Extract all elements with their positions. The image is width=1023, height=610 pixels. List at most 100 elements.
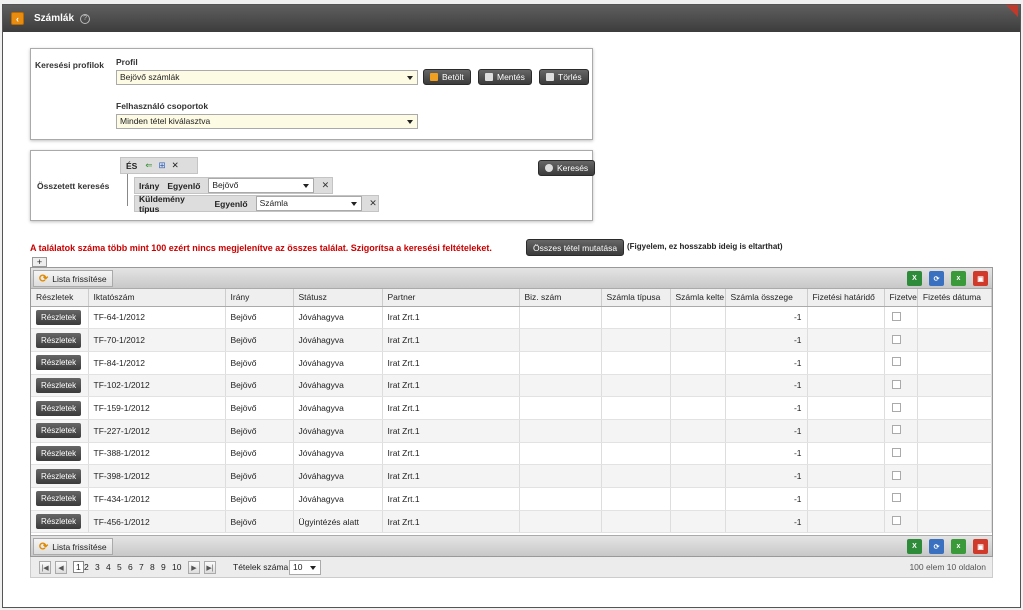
cell-szamla-tipusa bbox=[601, 442, 671, 466]
column-header[interactable]: Fizetési határidő bbox=[807, 289, 885, 307]
cell-fizetesi-hatarido bbox=[807, 351, 885, 375]
details-button[interactable]: Részletek bbox=[36, 332, 82, 348]
column-header[interactable]: Irány bbox=[225, 289, 294, 307]
page-link[interactable]: 2 bbox=[84, 562, 89, 572]
pdf-export-icon[interactable]: ▣ bbox=[973, 271, 988, 286]
page-link[interactable]: 4 bbox=[106, 562, 111, 572]
details-button[interactable]: Részletek bbox=[36, 491, 82, 507]
add-condition-icon[interactable]: ⇐ bbox=[145, 160, 152, 171]
help-icon[interactable]: ? bbox=[80, 13, 91, 24]
show-all-note: (Figyelem, ez hosszabb ideig is eltartha… bbox=[627, 242, 783, 251]
refresh-export-icon[interactable]: ⟳ bbox=[929, 539, 944, 554]
column-header[interactable]: Fizetve bbox=[884, 289, 918, 307]
paid-checkbox[interactable] bbox=[891, 516, 901, 526]
first-page-icon[interactable]: |◀ bbox=[39, 561, 51, 574]
page-link[interactable]: 8 bbox=[150, 562, 155, 572]
load-button[interactable]: Betölt bbox=[423, 69, 471, 85]
condition-1-select[interactable]: Bejövő bbox=[208, 178, 315, 193]
remove-group-icon[interactable]: ✕ bbox=[172, 160, 179, 171]
details-button[interactable]: Részletek bbox=[36, 309, 82, 325]
paid-checkbox[interactable] bbox=[891, 311, 901, 321]
groups-select[interactable]: Minden tétel kiválasztva bbox=[116, 114, 418, 129]
cell: Részletek bbox=[31, 419, 89, 443]
paid-checkbox[interactable] bbox=[891, 493, 901, 503]
cell-iktatoszam: TF-456-1/2012 bbox=[88, 510, 226, 534]
details-button[interactable]: Részletek bbox=[36, 400, 82, 416]
column-header[interactable]: Számla összege bbox=[725, 289, 808, 307]
paid-checkbox[interactable] bbox=[891, 470, 901, 480]
delete-button[interactable]: Törlés bbox=[539, 69, 589, 85]
cell-biz-szam bbox=[519, 396, 602, 420]
page-link[interactable]: 7 bbox=[139, 562, 144, 572]
page-link[interactable]: 5 bbox=[117, 562, 122, 572]
condition-1-value: Bejövő bbox=[212, 180, 239, 190]
cell-partner: Irat Zrt.1 bbox=[382, 374, 520, 398]
cell-szamla-osszege: -1 bbox=[725, 419, 808, 443]
paid-checkbox[interactable] bbox=[891, 357, 901, 367]
cell-fizetes-datuma bbox=[917, 306, 993, 330]
cell-statusz: Jóváhagyva bbox=[293, 374, 383, 398]
cell-szamla-osszege: -1 bbox=[725, 510, 808, 534]
refresh-list-button-bottom[interactable]: ⟳ Lista frissítése bbox=[33, 538, 113, 555]
csv-export-icon[interactable]: x bbox=[951, 539, 966, 554]
column-header[interactable]: Biz. szám bbox=[519, 289, 602, 307]
back-icon[interactable]: ‹ bbox=[11, 12, 24, 25]
cell-szamla-osszege: -1 bbox=[725, 464, 808, 488]
refresh-list-label: Lista frissítése bbox=[52, 541, 107, 552]
column-header[interactable]: Státusz bbox=[293, 289, 383, 307]
cell-irany: Bejövő bbox=[225, 351, 294, 375]
cell: Részletek bbox=[31, 351, 89, 375]
paid-checkbox[interactable] bbox=[891, 379, 901, 389]
search-button[interactable]: Keresés bbox=[538, 160, 596, 176]
details-button[interactable]: Részletek bbox=[36, 377, 82, 393]
details-button[interactable]: Részletek bbox=[36, 423, 82, 439]
add-group-icon[interactable]: ⊞ bbox=[158, 160, 165, 171]
column-header[interactable]: Számla típusa bbox=[601, 289, 671, 307]
load-button-label: Betölt bbox=[442, 72, 464, 82]
close-corner-icon[interactable] bbox=[1006, 5, 1018, 17]
page-link[interactable]: 1 bbox=[73, 561, 84, 573]
page-link[interactable]: 10 bbox=[172, 562, 181, 572]
profil-select[interactable]: Bejövő számlák bbox=[116, 70, 418, 85]
save-button-label: Mentés bbox=[497, 72, 525, 82]
column-header[interactable]: Partner bbox=[382, 289, 520, 307]
page-link[interactable]: 3 bbox=[95, 562, 100, 572]
excel-export-icon[interactable]: X bbox=[907, 539, 922, 554]
cell-biz-szam bbox=[519, 464, 602, 488]
refresh-export-icon[interactable]: ⟳ bbox=[929, 271, 944, 286]
paid-checkbox[interactable] bbox=[891, 447, 901, 457]
pager-summary: 100 elem 10 oldalon bbox=[909, 562, 986, 572]
last-page-icon[interactable]: ▶| bbox=[204, 561, 216, 574]
remove-condition-2-icon[interactable]: ✕ bbox=[368, 198, 378, 209]
cell-biz-szam bbox=[519, 328, 602, 352]
column-header[interactable]: Fizetés dátuma bbox=[917, 289, 993, 307]
save-button[interactable]: Mentés bbox=[478, 69, 532, 85]
page-link[interactable]: 9 bbox=[161, 562, 166, 572]
csv-export-icon[interactable]: x bbox=[951, 271, 966, 286]
details-button[interactable]: Részletek bbox=[36, 355, 82, 371]
refresh-list-button[interactable]: ⟳ Lista frissítése bbox=[33, 270, 113, 287]
expand-plus-icon[interactable]: + bbox=[32, 257, 47, 267]
pdf-export-icon[interactable]: ▣ bbox=[973, 539, 988, 554]
paid-checkbox[interactable] bbox=[891, 425, 901, 435]
cell bbox=[884, 374, 918, 398]
remove-condition-1-icon[interactable]: ✕ bbox=[320, 180, 330, 191]
excel-export-icon[interactable]: X bbox=[907, 271, 922, 286]
details-button[interactable]: Részletek bbox=[36, 468, 82, 484]
cell-partner: Irat Zrt.1 bbox=[382, 351, 520, 375]
column-header[interactable]: Részletek bbox=[31, 289, 89, 307]
page-link[interactable]: 6 bbox=[128, 562, 133, 572]
details-button[interactable]: Részletek bbox=[36, 514, 82, 530]
condition-2-select[interactable]: Számla bbox=[255, 196, 363, 211]
prev-page-icon[interactable]: ◀ bbox=[55, 561, 67, 574]
column-header[interactable]: Iktatószám bbox=[88, 289, 226, 307]
cell-biz-szam bbox=[519, 374, 602, 398]
next-page-icon[interactable]: ▶ bbox=[188, 561, 200, 574]
cell: Részletek bbox=[31, 487, 89, 511]
column-header[interactable]: Számla kelte bbox=[670, 289, 726, 307]
details-button[interactable]: Részletek bbox=[36, 445, 82, 461]
paid-checkbox[interactable] bbox=[891, 334, 901, 344]
show-all-button[interactable]: Összes tétel mutatása bbox=[526, 239, 625, 256]
paid-checkbox[interactable] bbox=[891, 402, 901, 412]
items-per-page-select[interactable]: 10 bbox=[289, 560, 321, 575]
